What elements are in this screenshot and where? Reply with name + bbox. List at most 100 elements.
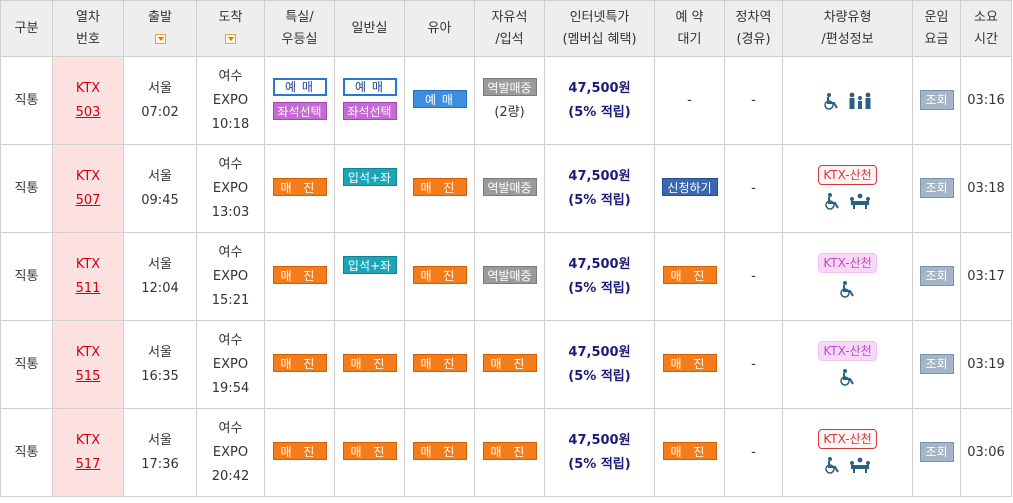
type-cell: 직통 xyxy=(0,232,53,321)
price-cell: 47,500원 (5% 적립) xyxy=(544,408,655,497)
train-schedule-table: 구분 열차 번호 출발 도착 특실/ 우등실 일반실 유아 자유석 /입석 인터… xyxy=(0,0,1012,497)
wheelchair-icon xyxy=(839,369,854,386)
special-cell: 예 매 좌석선택 xyxy=(264,56,335,145)
internet-price: 47,500원 xyxy=(568,256,631,272)
arrive-station-line1: 여수 xyxy=(218,68,243,84)
depart-station: 서울 xyxy=(148,256,172,272)
general-cell: 매 진 xyxy=(334,320,405,409)
reservation-cell: 매 진 xyxy=(654,408,725,497)
train-number-link[interactable]: 507 xyxy=(76,193,101,208)
depart-station: 서울 xyxy=(148,432,172,448)
arrive-cell: 여수 EXPO 10:18 xyxy=(196,56,265,145)
header-duration-line2: 시간 xyxy=(974,31,998,47)
general-cell: 입석+좌석 xyxy=(334,232,405,321)
header-stops: 정차역 (경유) xyxy=(724,0,783,57)
duration-value: 03:16 xyxy=(967,92,1005,108)
infant-reserve-button[interactable]: 예 매 xyxy=(412,89,467,108)
header-general-label: 일반실 xyxy=(351,20,388,36)
arrive-cell: 여수 EXPO 13:03 xyxy=(196,144,265,233)
general-cell: 입석+좌석 xyxy=(334,144,405,233)
internet-price: 47,500원 xyxy=(568,168,631,184)
depart-time: 09:45 xyxy=(141,192,179,208)
type-label: 직통 xyxy=(14,268,39,284)
price-cell: 47,500원 (5% 적립) xyxy=(544,144,655,233)
duration-value: 03:06 xyxy=(967,444,1005,460)
train-number-link[interactable]: 517 xyxy=(76,457,101,472)
special-seat-select-button[interactable]: 좌석선택 xyxy=(272,102,327,120)
train-number-link[interactable]: 503 xyxy=(76,105,101,120)
general-sold-out: 매 진 xyxy=(342,441,397,460)
infant-sold-out: 매 진 xyxy=(412,441,467,460)
stops-none: - xyxy=(751,92,756,108)
fare-lookup-button[interactable]: 조회 xyxy=(919,353,954,374)
stops-none: - xyxy=(751,356,756,372)
general-cell: 예 매 좌석선택 xyxy=(334,56,405,145)
fare-cell: 조회 xyxy=(912,408,961,497)
general-standing-seat-button[interactable]: 입석+좌석 xyxy=(342,256,397,291)
arrive-time: 19:54 xyxy=(211,380,250,396)
arrive-cell: 여수 EXPO 15:21 xyxy=(196,232,265,321)
arrive-station-line2: EXPO xyxy=(212,268,249,284)
type-label: 직통 xyxy=(14,180,39,196)
price-cell: 47,500원 (5% 적립) xyxy=(544,232,655,321)
internet-price: 47,500원 xyxy=(568,432,631,448)
free-seat-cell: 매 진 xyxy=(474,408,545,497)
wheelchair-icon xyxy=(825,457,840,474)
ktx-sancheon-badge[interactable]: KTX-산천 xyxy=(818,252,877,273)
special-reserve-button[interactable]: 예 매 xyxy=(272,78,327,96)
stops-cell: - xyxy=(724,320,783,409)
train-cell: KTX 515 xyxy=(52,320,124,409)
general-seat-select-button[interactable]: 좌석선택 xyxy=(342,102,397,120)
fare-lookup-button[interactable]: 조회 xyxy=(919,265,954,286)
duration-cell: 03:06 xyxy=(960,408,1012,497)
vehicle-cell: KTX-산천 xyxy=(782,408,913,497)
general-standing-seat-button[interactable]: 입석+좌석 xyxy=(342,168,397,203)
arrive-time: 13:03 xyxy=(211,204,250,220)
general-reserve-button[interactable]: 예 매 xyxy=(342,78,397,96)
reservation-cell: - xyxy=(654,56,725,145)
depart-time: 16:35 xyxy=(141,368,179,384)
train-cell: KTX 517 xyxy=(52,408,124,497)
price-cell: 47,500원 (5% 적립) xyxy=(544,320,655,409)
duration-value: 03:17 xyxy=(967,268,1005,284)
general-sold-out: 매 진 xyxy=(342,353,397,372)
type-cell: 직통 xyxy=(0,144,53,233)
header-special-line2: 우등실 xyxy=(281,31,318,47)
waitlist-apply-button[interactable]: 신청하기 xyxy=(661,177,718,196)
fare-lookup-button[interactable]: 조회 xyxy=(919,177,954,198)
fare-cell: 조회 xyxy=(912,144,961,233)
wheelchair-icon xyxy=(825,193,840,210)
header-reservation: 예 약 대기 xyxy=(654,0,725,57)
ktx-sancheon-badge[interactable]: KTX-산천 xyxy=(818,164,877,185)
header-train-no: 열차 번호 xyxy=(52,0,124,57)
waitlist-sold-out: 매 진 xyxy=(662,265,717,284)
meeting-room-icon xyxy=(849,457,870,473)
header-duration: 소요 시간 xyxy=(960,0,1012,57)
fare-cell: 조회 xyxy=(912,232,961,321)
train-number-link[interactable]: 515 xyxy=(76,369,101,384)
header-train-no-line2: 번호 xyxy=(76,31,100,47)
special-cell: 매 진 xyxy=(264,408,335,497)
vehicle-cell xyxy=(782,56,913,145)
table-row: 직통 KTX 503 서울 07:02 여수 EXPO 10:18 예 매 좌석… xyxy=(0,56,1012,145)
ktx-sancheon-badge[interactable]: KTX-산천 xyxy=(818,428,877,449)
train-number-link[interactable]: 511 xyxy=(76,281,101,296)
fare-lookup-button[interactable]: 조회 xyxy=(919,89,954,110)
special-sold-out: 매 진 xyxy=(272,441,327,460)
depart-cell: 서울 09:45 xyxy=(123,144,197,233)
type-cell: 직통 xyxy=(0,320,53,409)
ktx-sancheon-badge[interactable]: KTX-산천 xyxy=(818,340,877,361)
type-cell: 직통 xyxy=(0,408,53,497)
fare-cell: 조회 xyxy=(912,320,961,409)
type-label: 직통 xyxy=(14,356,39,372)
depart-cell: 서울 12:04 xyxy=(123,232,197,321)
fare-lookup-button[interactable]: 조회 xyxy=(919,441,954,462)
sort-arrive-icon[interactable] xyxy=(225,34,236,44)
arrive-station-line1: 여수 xyxy=(218,332,243,348)
stops-cell: - xyxy=(724,144,783,233)
infant-cell: 예 매 xyxy=(404,56,475,145)
arrive-cell: 여수 EXPO 20:42 xyxy=(196,408,265,497)
header-special: 특실/ 우등실 xyxy=(264,0,335,57)
table-row: 직통 KTX 515 서울 16:35 여수 EXPO 19:54 매 진 매 … xyxy=(0,320,1012,409)
sort-depart-icon[interactable] xyxy=(154,34,166,44)
